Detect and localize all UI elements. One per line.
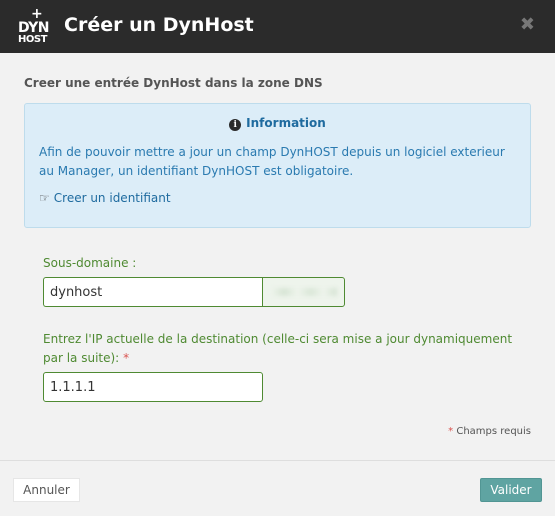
required-note-marker: * <box>448 426 454 437</box>
modal-subtitle: Creer une entrée DynHost dans la zone DN… <box>24 76 323 90</box>
create-identifier-label: Creer un identifiant <box>53 191 171 205</box>
dynhost-logo: + DYN HOST <box>16 6 50 47</box>
required-fields-note: * Champs requis <box>448 426 531 437</box>
modal-header: + DYN HOST Créer un DynHost ✖ <box>0 0 555 53</box>
subdomain-label: Sous-domaine : <box>43 256 137 270</box>
logo-dyn: DYN <box>18 20 49 36</box>
modal-title: Créer un DynHost <box>64 14 254 36</box>
domain-suffix-addon <box>262 277 345 307</box>
ip-label-text: Entrez l'IP actuelle de la destination (… <box>43 332 513 365</box>
information-text: Afin de pouvoir mettre a jour un champ D… <box>39 145 505 178</box>
cancel-button[interactable]: Annuler <box>13 478 80 502</box>
information-heading-row: i Information <box>25 116 530 131</box>
modal-footer: Annuler Valider <box>0 460 555 516</box>
ip-label: Entrez l'IP actuelle de la destination (… <box>43 330 523 368</box>
close-icon[interactable]: ✖ <box>520 14 535 35</box>
create-identifier-link[interactable]: ☞ Creer un identifiant <box>39 191 171 205</box>
subdomain-input[interactable] <box>43 277 262 307</box>
required-note-text: Champs requis <box>456 426 531 437</box>
information-box: i Information Afin de pouvoir mettre a jo… <box>24 103 531 228</box>
logo-host: HOST <box>18 34 47 45</box>
required-marker: * <box>123 351 130 365</box>
information-heading: Information <box>246 116 326 130</box>
info-icon: i <box>229 119 242 131</box>
submit-button[interactable]: Valider <box>480 478 542 502</box>
blurred-domain-suffix <box>271 288 337 296</box>
ip-input[interactable] <box>43 372 263 402</box>
pointing-hand-icon: ☞ <box>39 191 50 205</box>
logo-plus: + <box>31 6 43 22</box>
